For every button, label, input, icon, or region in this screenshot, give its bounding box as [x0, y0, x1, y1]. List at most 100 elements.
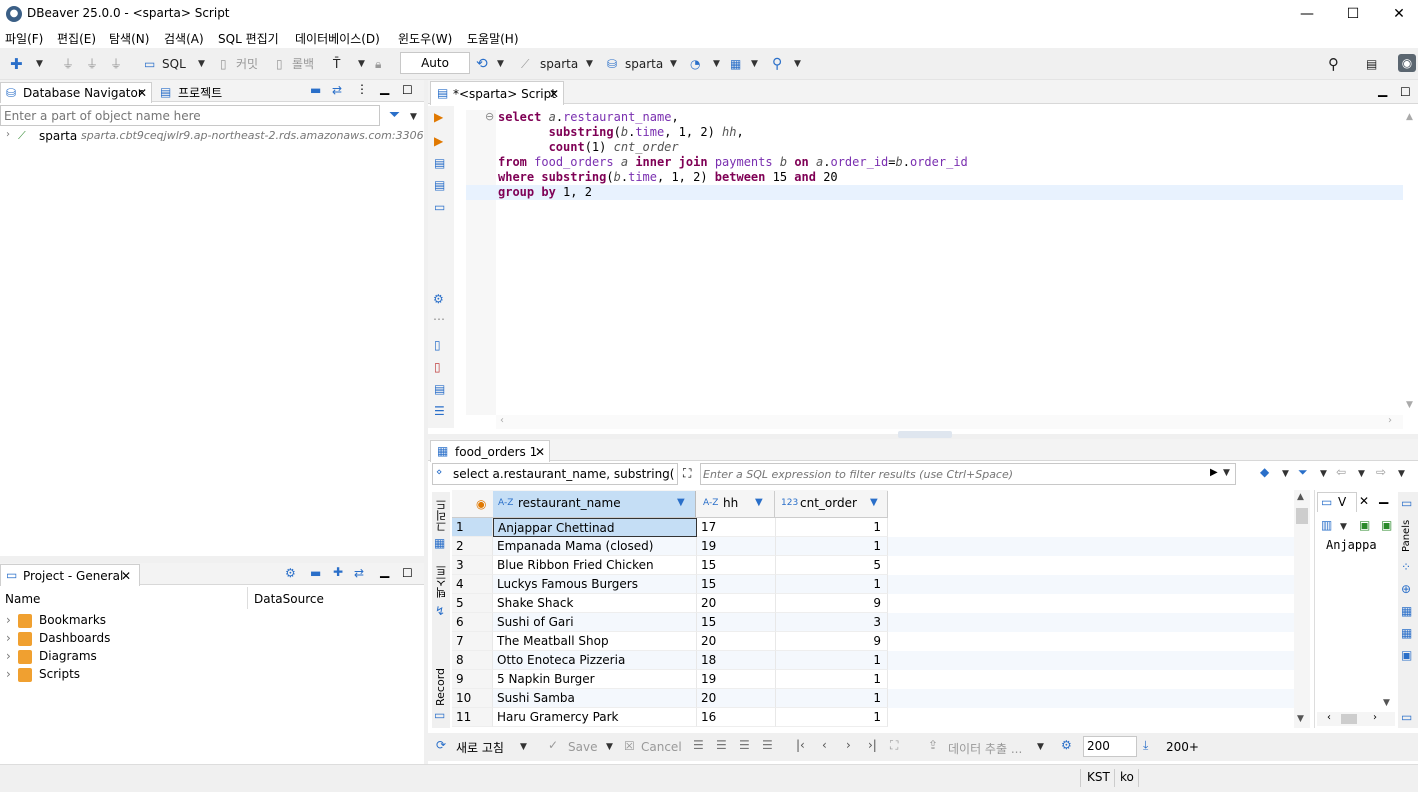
tab-database-navigator[interactable]: ⛁ Database Navigator ✕	[0, 82, 152, 103]
filter-icon[interactable]: ⏷	[1298, 465, 1308, 480]
sql-code-area[interactable]: select a.restaurant_name, substring(b.ti…	[466, 110, 1403, 415]
outline-icon[interactable]: ☰	[434, 404, 445, 418]
execute-statement-icon[interactable]: ▶	[434, 110, 443, 124]
explain-plan-icon[interactable]: ▤	[434, 178, 445, 192]
active-datasource[interactable]: sparta	[540, 54, 578, 74]
minimize-view-icon[interactable]: ▁	[1378, 83, 1387, 97]
chevron-down-icon[interactable]: ▼	[670, 54, 677, 74]
last-page-icon[interactable]: ›|	[868, 738, 877, 752]
cnt-order-cell[interactable]: 1	[776, 670, 888, 689]
scroll-right-icon[interactable]: ›	[1388, 415, 1392, 426]
row-number-cell[interactable]: 8	[452, 651, 493, 670]
row-number-cell[interactable]: 4	[452, 575, 493, 594]
table-row[interactable]: 2 Empanada Mama (closed) 19 1	[452, 537, 1294, 556]
table-row[interactable]: 8 Otto Enoteca Pizzeria 18 1	[452, 651, 1294, 670]
tab-record-view[interactable]: Record	[434, 662, 447, 706]
scroll-down-icon[interactable]: ▼	[1406, 400, 1413, 410]
commit-button[interactable]: 커밋	[236, 54, 258, 74]
column-header-restaurant-name[interactable]: A-Z restaurant_name ▼	[493, 491, 696, 517]
restaurant-name-cell[interactable]: Shake Shack	[493, 594, 697, 613]
hh-cell[interactable]: 17	[697, 518, 776, 537]
transaction-mode-icon[interactable]: T̄	[333, 54, 340, 74]
sort-icon[interactable]: ▼	[870, 497, 878, 508]
forward-icon[interactable]: ⇨	[1376, 465, 1386, 479]
save-to-file-icon[interactable]: ▣	[1381, 518, 1392, 532]
maximize-button[interactable]: ☐	[1330, 2, 1376, 26]
tab-project-general[interactable]: ▭ Project - General ✕	[0, 564, 140, 586]
history-icon[interactable]: ⟲	[476, 54, 488, 74]
chevron-down-icon[interactable]: ▼	[520, 742, 527, 752]
row-select-icon[interactable]: ◉	[476, 497, 486, 511]
cancel-icon[interactable]: ☒	[624, 739, 635, 753]
record-icon[interactable]: ▭	[434, 708, 445, 722]
load-script-icon[interactable]: ▯	[434, 338, 441, 352]
link-editor-icon[interactable]: ⇄	[332, 83, 342, 97]
table-row[interactable]: 3 Blue Ribbon Fried Chicken 15 5	[452, 556, 1294, 575]
rollback-icon[interactable]: ▯	[276, 54, 283, 74]
hh-cell[interactable]: 15	[697, 575, 776, 594]
rollback-button[interactable]: 롤백	[292, 54, 314, 74]
minimize-button[interactable]: —	[1284, 2, 1330, 26]
grid-vertical-scrollbar[interactable]: ▲ ▼	[1294, 490, 1310, 728]
metadata-icon[interactable]: ▦	[1401, 604, 1412, 618]
save-value-icon[interactable]: ▣	[1359, 518, 1370, 532]
restaurant-name-cell[interactable]: Luckys Famous Burgers	[493, 575, 697, 594]
export-script-icon[interactable]: ▯	[434, 360, 441, 374]
active-schema[interactable]: sparta	[625, 54, 663, 74]
row-number-cell[interactable]: 5	[452, 594, 493, 613]
chevron-down-icon[interactable]: ▼	[751, 54, 758, 74]
grid-icon[interactable]: ▦	[434, 536, 445, 550]
cnt-order-cell[interactable]: 1	[776, 537, 888, 556]
collapse-all-icon[interactable]: ▬	[310, 83, 321, 97]
value-panel-icon[interactable]: ▣	[1401, 648, 1412, 662]
chevron-down-icon[interactable]: ▼	[36, 54, 43, 74]
terminal-icon[interactable]: ▭	[434, 200, 445, 214]
scroll-down-icon[interactable]: ▼	[1297, 714, 1304, 724]
cancel-button[interactable]: Cancel	[641, 740, 682, 754]
tab-text-view[interactable]: 텍스트	[434, 558, 450, 598]
maximize-view-icon[interactable]: ☐	[402, 83, 413, 97]
chevron-down-icon[interactable]: ▼	[1037, 742, 1044, 752]
dashboard-icon[interactable]: ◔	[690, 54, 700, 74]
global-search-icon[interactable]: ⚲	[1328, 54, 1339, 74]
cnt-order-cell[interactable]: 9	[776, 594, 888, 613]
restaurant-name-cell[interactable]: Haru Gramercy Park	[493, 708, 697, 727]
chevron-down-icon[interactable]: ▼	[410, 112, 417, 122]
references-icon[interactable]: ⁘	[1401, 560, 1411, 574]
text-icon[interactable]: ↯	[435, 604, 445, 618]
sql-editor-icon[interactable]: ▭	[144, 54, 155, 74]
expand-icon[interactable]: ›	[6, 613, 11, 627]
menu-sql-editor[interactable]: SQL 편집기	[218, 30, 279, 47]
menu-database[interactable]: 데이터베이스(D)	[295, 30, 380, 47]
disconnect-all-icon[interactable]: ⏚	[110, 54, 122, 74]
menu-search[interactable]: 검색(A)	[164, 30, 204, 47]
content-viewer-icon[interactable]: ▥	[1321, 518, 1332, 532]
transaction-auto-field[interactable]: Auto	[400, 52, 470, 74]
scroll-left-icon[interactable]: ‹	[1327, 712, 1331, 723]
add-row-icon[interactable]: ☰	[716, 738, 727, 752]
row-number-cell[interactable]: 7	[452, 632, 493, 651]
sash-handle[interactable]	[898, 431, 952, 438]
query-preview-field[interactable]: ⋄ select a.restaurant_name, substring(b.…	[432, 463, 678, 485]
tab-sparta-script[interactable]: ▤ *<sparta> Script ✕	[430, 81, 564, 105]
chevron-down-icon[interactable]: ▼	[358, 54, 365, 74]
execute-new-tab-icon[interactable]: ▶	[434, 134, 443, 148]
row-number-cell[interactable]: 10	[452, 689, 493, 708]
perspective-icon[interactable]: ▤	[1366, 54, 1377, 74]
fetch-next-icon[interactable]: ⤓	[1143, 738, 1148, 753]
table-row[interactable]: 95 Napkin Burger 19 1	[452, 670, 1294, 689]
row-number-cell[interactable]: 6	[452, 613, 493, 632]
cnt-order-cell[interactable]: 3	[776, 613, 888, 632]
value-horizontal-scrollbar[interactable]: ‹ ›	[1317, 712, 1395, 726]
lock-icon[interactable]: 🔒︎	[375, 54, 381, 74]
link-editor-icon[interactable]: ⇄	[354, 566, 364, 580]
gear-icon[interactable]: ⚙	[1061, 738, 1072, 752]
menu-help[interactable]: 도움말(H)	[467, 30, 519, 47]
hh-cell[interactable]: 19	[697, 670, 776, 689]
chevron-down-icon[interactable]: ▼	[606, 742, 613, 752]
add-icon[interactable]: ✚	[333, 565, 343, 579]
cnt-order-cell[interactable]: 1	[776, 575, 888, 594]
chevron-down-icon[interactable]: ▼	[1398, 469, 1405, 479]
maximize-view-icon[interactable]: ☐	[1400, 85, 1411, 99]
restaurant-name-cell[interactable]: Empanada Mama (closed)	[493, 537, 697, 556]
